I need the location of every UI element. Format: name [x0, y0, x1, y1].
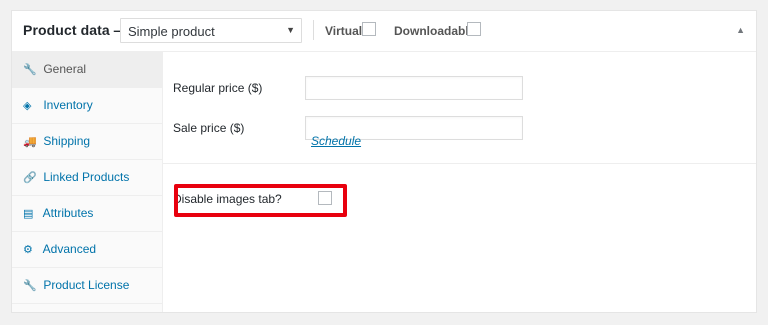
virtual-label: Virtual: — [325, 24, 367, 38]
tab-shipping[interactable]: 🚚 Shipping — [12, 124, 162, 160]
tab-inventory[interactable]: ◈ Inventory — [12, 88, 162, 124]
product-data-panel: Product data — Simple product ▼ Virtual:… — [11, 10, 757, 313]
product-data-header: Product data — Simple product ▼ Virtual:… — [12, 11, 756, 52]
regular-price-input[interactable] — [305, 76, 523, 100]
regular-price-label: Regular price ($) — [173, 81, 263, 95]
virtual-checkbox[interactable] — [362, 22, 376, 36]
section-divider — [163, 163, 756, 164]
downloadable-checkbox[interactable] — [467, 22, 481, 36]
link-icon: 🔗 — [23, 172, 37, 184]
wrench-icon: 🔧 — [23, 64, 37, 76]
tab-label: Shipping — [43, 134, 91, 148]
tab-label: Attributes — [42, 206, 94, 220]
list-icon: ▤ — [23, 208, 34, 220]
tag-icon: ◈ — [23, 100, 32, 112]
chevron-down-icon: ▼ — [286, 25, 295, 35]
tab-linked-products[interactable]: 🔗 Linked Products — [12, 160, 162, 196]
general-tab-panel: Regular price ($) Sale price ($) Schedul… — [163, 52, 756, 312]
tab-label: Inventory — [43, 98, 93, 112]
wrench-icon: 🔧 — [23, 280, 37, 292]
collapse-toggle-icon[interactable]: ▲ — [736, 25, 745, 35]
schedule-link[interactable]: Schedule — [311, 134, 361, 148]
tab-attributes[interactable]: ▤ Attributes — [12, 196, 162, 232]
panel-title: Product data — — [23, 22, 128, 38]
truck-icon: 🚚 — [23, 136, 37, 148]
tab-label: Linked Products — [43, 170, 130, 184]
tab-advanced[interactable]: ⚙ Advanced — [12, 232, 162, 268]
product-type-select[interactable]: Simple product ▼ — [120, 18, 302, 43]
tab-label: General — [43, 62, 87, 76]
header-separator — [313, 20, 314, 40]
gear-icon: ⚙ — [23, 244, 33, 256]
highlight-box — [174, 184, 347, 217]
tab-general[interactable]: 🔧 General — [12, 52, 163, 88]
tab-label: Product License — [43, 278, 130, 292]
product-data-tabs: 🔧 General ◈ Inventory 🚚 Shipping 🔗 Linke… — [12, 52, 163, 312]
tab-product-license[interactable]: 🔧 Product License — [12, 268, 162, 304]
product-type-value: Simple product — [128, 24, 215, 39]
sale-price-label: Sale price ($) — [173, 121, 245, 135]
tab-label: Advanced — [42, 242, 97, 256]
